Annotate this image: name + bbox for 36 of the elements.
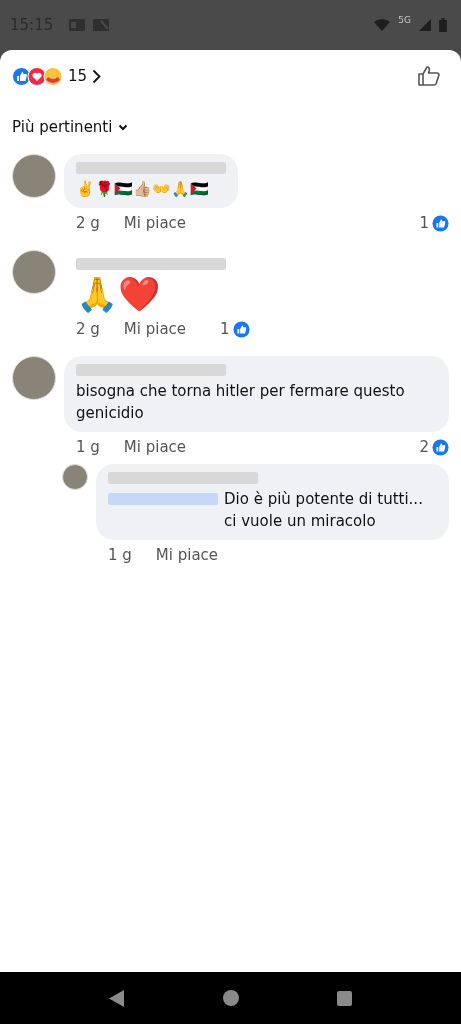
battery-icon <box>439 18 447 32</box>
sort-dropdown[interactable]: Più pertinenti <box>12 118 129 136</box>
comment-text: bisogna che torna hitler per fermare questo genicidio <box>76 381 406 424</box>
wifi-icon <box>374 19 391 31</box>
home-icon[interactable] <box>223 990 239 1006</box>
network-label: 5G <box>398 15 411 25</box>
notification-icon <box>93 19 110 31</box>
avatar[interactable] <box>12 356 56 400</box>
chevron-right-icon <box>92 68 102 84</box>
notification-icon <box>69 19 86 31</box>
avatar[interactable] <box>62 464 88 490</box>
like-reaction-icon <box>432 438 449 456</box>
comment-text: Dio è più potente di tutti... ci vuole un miracolo <box>224 489 424 532</box>
back-icon[interactable] <box>109 989 125 1007</box>
comment-time: 1 g <box>76 438 100 456</box>
like-link[interactable]: Mi piace <box>155 546 219 564</box>
like-count: 2 <box>419 438 429 456</box>
like-link[interactable]: Mi piace <box>123 320 187 338</box>
comment-time: 2 g <box>76 214 100 232</box>
comment-text: ✌🌹🇵🇸👍🏼👐🙏🇵🇸 <box>76 179 210 200</box>
comment-time: 1 g <box>108 546 132 564</box>
like-icon[interactable] <box>417 64 441 88</box>
like-link[interactable]: Mi piace <box>123 438 187 456</box>
signal-icon <box>419 19 431 31</box>
recents-icon[interactable] <box>337 990 352 1006</box>
reactions-button[interactable]: 15 <box>12 66 102 86</box>
like-reaction-icon <box>432 214 449 232</box>
avatar[interactable] <box>12 250 56 294</box>
like-link[interactable]: Mi piace <box>123 214 187 232</box>
avatar[interactable] <box>12 154 56 198</box>
comment-text: 🙏❤ <box>76 274 161 314</box>
like-count: 1 <box>419 214 429 232</box>
like-count: 1 <box>220 320 230 338</box>
like-reaction-icon <box>232 320 250 338</box>
comment-time: 2 g <box>76 320 100 338</box>
caret-icon <box>118 123 129 131</box>
